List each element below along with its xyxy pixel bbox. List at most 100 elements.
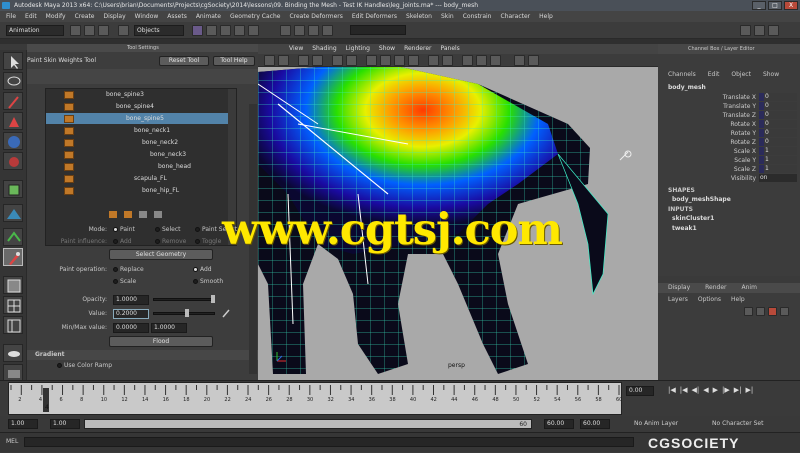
snap-curve-icon[interactable] (220, 25, 231, 36)
value-slider[interactable] (153, 312, 215, 315)
list-item[interactable]: bone_head (46, 161, 236, 172)
wireframe-icon[interactable] (366, 55, 377, 66)
ambient-occlusion-icon[interactable] (514, 55, 525, 66)
xray-joints-icon[interactable] (490, 55, 501, 66)
four-view-layout-icon[interactable] (3, 296, 23, 314)
scale-tool-icon[interactable] (3, 152, 23, 170)
menu-modify[interactable]: Modify (46, 11, 66, 22)
snap-point-icon[interactable] (234, 25, 245, 36)
character-set-label[interactable]: No Character Set (712, 420, 763, 427)
min-value-field[interactable]: 0.0000 (113, 323, 149, 333)
influence-list[interactable]: bone_spine3 bone_spine4 bone_spine5 bone… (45, 88, 237, 246)
playback-start-field[interactable]: 1.00 (50, 419, 80, 429)
value-field[interactable]: 0.2000 (113, 309, 149, 319)
cb-menu-channels[interactable]: Channels (668, 70, 696, 80)
lock-icon[interactable] (64, 187, 74, 195)
minimize-button[interactable]: _ (752, 1, 766, 10)
menu-character[interactable]: Character (501, 11, 531, 22)
influence-toggle-radio[interactable]: Toggle (195, 238, 221, 245)
menu-set-combo[interactable]: Animation (6, 25, 64, 36)
list-item[interactable]: scapula_FL (46, 173, 236, 184)
grid-toggle-icon[interactable] (312, 55, 323, 66)
value-slider-handle[interactable] (185, 309, 189, 317)
resolution-gate-icon[interactable] (346, 55, 357, 66)
lock-icon[interactable] (64, 127, 74, 135)
gradient-section-header[interactable]: Gradient (27, 350, 258, 360)
new-scene-icon[interactable] (70, 25, 81, 36)
attr-value[interactable]: 0 (759, 120, 797, 128)
tab-render[interactable]: Render (705, 283, 726, 293)
attr-row[interactable]: Visibility on (658, 174, 800, 183)
attr-row[interactable]: Translate Z0 (658, 111, 800, 120)
step-forward-frame-icon[interactable]: |▶ (722, 386, 730, 394)
opacity-slider-handle[interactable] (211, 295, 215, 303)
channel-box-icon[interactable] (768, 25, 779, 36)
select-hierarchy-icon[interactable] (118, 25, 129, 36)
snap-plane-icon[interactable] (248, 25, 259, 36)
history-icon[interactable] (280, 25, 291, 36)
shadows-icon[interactable] (442, 55, 453, 66)
menu-window[interactable]: Window (135, 11, 159, 22)
persp-graph-layout-icon[interactable] (3, 344, 23, 362)
mode-paint-radio[interactable]: Paint (113, 226, 135, 233)
tab-anim[interactable]: Anim (742, 283, 757, 293)
attr-row[interactable]: Translate Y0 (658, 102, 800, 111)
opacity-field[interactable]: 1.0000 (113, 295, 149, 305)
menu-file[interactable]: File (6, 11, 16, 22)
attr-value[interactable]: 0 (759, 102, 797, 110)
play-backward-icon[interactable]: ◀ (703, 386, 708, 394)
play-forward-icon[interactable]: ▶ (713, 386, 718, 394)
film-gate-icon[interactable] (332, 55, 343, 66)
layer-move-down-icon[interactable] (756, 307, 765, 316)
current-frame-field[interactable]: 0.00 (626, 386, 654, 396)
time-slider[interactable]: 4 2 4 6 8 10 12 14 16 18 20 22 24 26 28 30 32 34 36 38 40 42… (8, 382, 622, 415)
selection-mode-combo[interactable]: Objects (134, 25, 184, 36)
step-forward-key-icon[interactable]: ▶| (734, 386, 742, 394)
menu-assets[interactable]: Assets (167, 11, 187, 22)
start-time-field[interactable]: 1.00 (8, 419, 38, 429)
paint-select-tool-icon[interactable] (3, 92, 23, 110)
attr-row[interactable]: Scale Y1 (658, 156, 800, 165)
reset-tool-button[interactable]: Reset Tool (159, 56, 209, 66)
manipulator-tool-icon[interactable] (3, 180, 23, 198)
move-tool-icon[interactable] (3, 112, 23, 130)
flood-button[interactable]: Flood (109, 336, 213, 347)
attr-row[interactable]: Scale X1 (658, 147, 800, 156)
smooth-shade-icon[interactable] (380, 55, 391, 66)
new-layer-selected-icon[interactable] (780, 307, 789, 316)
menu-edit[interactable]: Edit (25, 11, 37, 22)
layer-move-up-icon[interactable] (744, 307, 753, 316)
layer-menu-help[interactable]: Help (731, 295, 745, 305)
operation-replace-radio[interactable]: Replace (113, 266, 144, 273)
render-settings-icon[interactable] (322, 25, 333, 36)
step-back-key-icon[interactable]: |◀ (680, 386, 688, 394)
render-icon[interactable] (294, 25, 305, 36)
attr-value[interactable]: 1 (759, 147, 797, 155)
menu-create[interactable]: Create (75, 11, 95, 22)
tool-help-button[interactable]: Tool Help (213, 56, 255, 66)
attr-value[interactable]: 1 (759, 165, 797, 173)
attr-row[interactable]: Rotate Z0 (658, 138, 800, 147)
menu-edit-deformers[interactable]: Edit Deformers (352, 11, 397, 22)
tool-settings-icon[interactable] (754, 25, 765, 36)
attr-row[interactable]: Translate X0 (658, 93, 800, 102)
anim-layer-label[interactable]: No Anim Layer (634, 420, 678, 427)
camera-attributes-icon[interactable] (264, 55, 275, 66)
open-scene-icon[interactable] (84, 25, 95, 36)
textured-icon[interactable] (408, 55, 419, 66)
attr-value[interactable]: on (759, 174, 797, 182)
maximize-button[interactable]: □ (768, 1, 782, 10)
attr-row[interactable]: Scale Z1 (658, 165, 800, 174)
cb-menu-edit[interactable]: Edit (708, 70, 720, 80)
input-tweak[interactable]: tweak1 (672, 225, 697, 232)
single-perspective-layout-icon[interactable] (3, 276, 23, 294)
attr-value[interactable]: 0 (759, 93, 797, 101)
vp-menu-shading[interactable]: Shading (312, 44, 336, 54)
xray-icon[interactable] (476, 55, 487, 66)
paint-skin-weights-tool-icon[interactable] (3, 248, 23, 266)
go-to-end-icon[interactable]: ▶| (746, 386, 754, 394)
wireframe-on-shaded-icon[interactable] (394, 55, 405, 66)
vp-menu-show[interactable]: Show (379, 44, 395, 54)
select-by-type-icon[interactable] (192, 25, 203, 36)
attr-value[interactable]: 0 (759, 111, 797, 119)
